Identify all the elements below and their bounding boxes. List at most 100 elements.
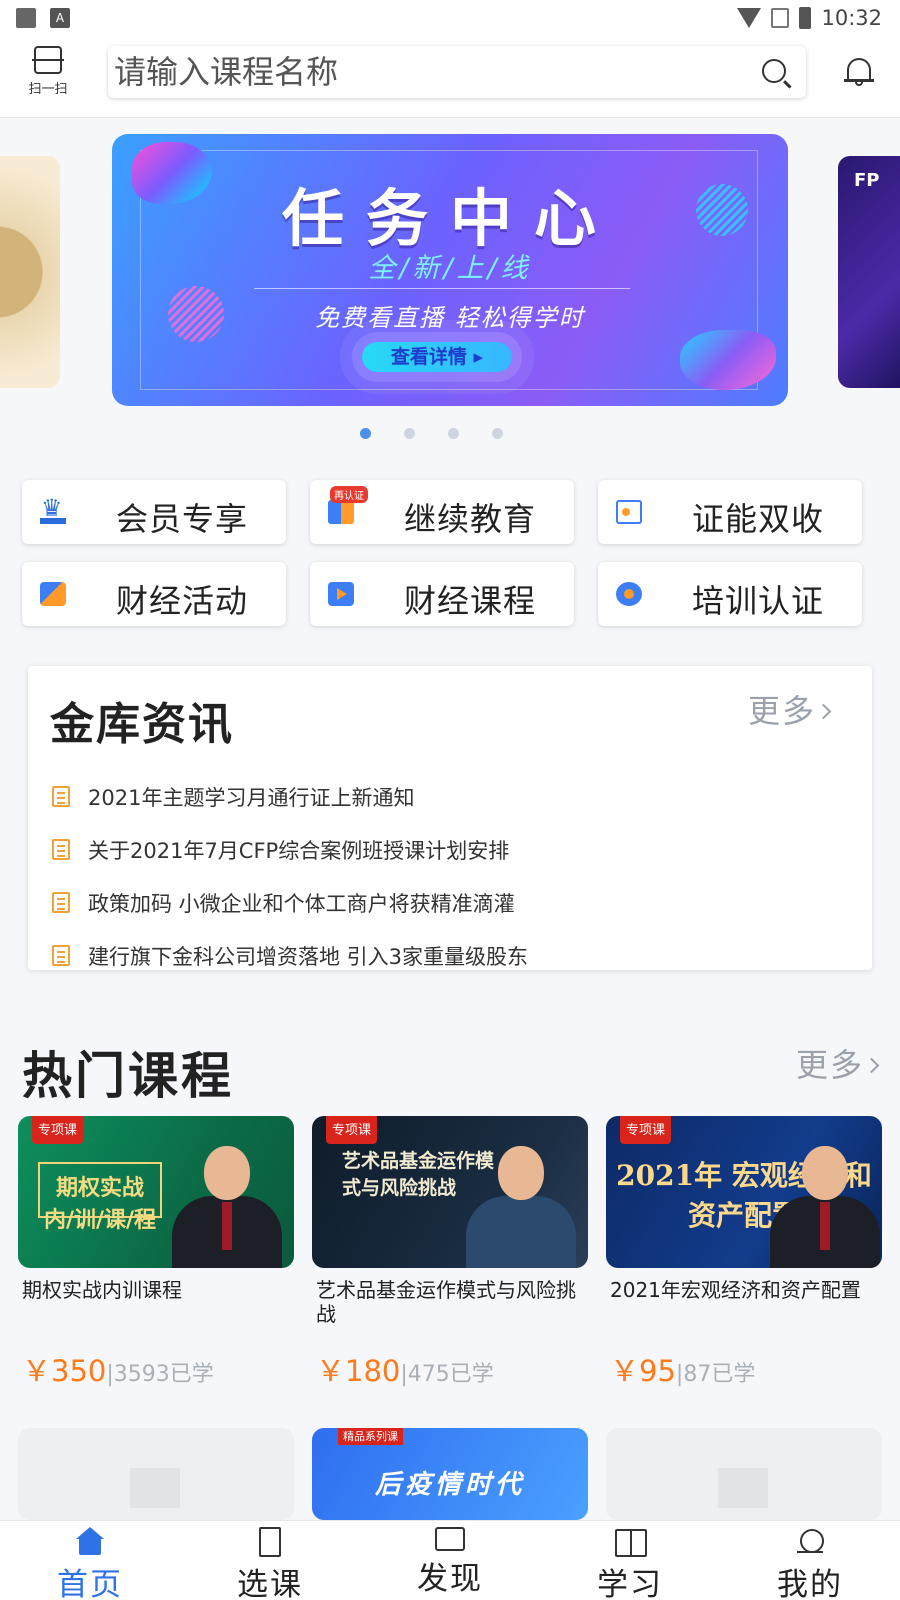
document-icon [52, 786, 70, 807]
course-learned-count: |475已学 [400, 1362, 494, 1387]
battery-icon [799, 7, 812, 29]
quick-link-training-cert[interactable]: 培训认证 [598, 562, 862, 626]
course-name: 艺术品基金运作模式与风险挑战 [316, 1278, 576, 1326]
recert-badge: 再认证 [330, 486, 368, 503]
quick-link-member[interactable]: 会员专享 [22, 480, 286, 544]
decorative-blob [680, 330, 776, 390]
app-notification-icon: A [50, 8, 70, 28]
news-item[interactable]: 建行旗下金科公司增资落地 引入3家重量级股东 [52, 929, 528, 970]
nav-label: 选课 [237, 1567, 303, 1600]
banner-subtitle: 全/新/上/线 [368, 253, 532, 284]
status-time: 10:32 [821, 6, 882, 30]
course-thumbnail: 专项课 期权实战 内/训/课/程 [18, 1116, 294, 1268]
hot-courses-more-link[interactable]: 更多 [796, 1040, 880, 1086]
quick-link-finance-activity[interactable]: 财经活动 [22, 562, 286, 626]
quick-link-label: 继续教育 [404, 500, 537, 538]
book-icon [259, 1527, 281, 1557]
news-item-title: 2021年主题学习月通行证上新通知 [88, 785, 415, 810]
course-price: ￥95 [610, 1354, 676, 1388]
course-card[interactable]: 专项课 艺术品基金运作模式与风险挑战 艺术品基金运作模式与风险挑战 ￥180|4… [312, 1116, 588, 1406]
quick-link-label: 培训认证 [692, 582, 825, 620]
nav-label: 发现 [417, 1561, 483, 1597]
course-name: 期权实战内训课程 [22, 1278, 182, 1302]
course-price-row: ￥180|475已学 [316, 1348, 494, 1390]
nav-profile[interactable]: 我的 [720, 1521, 900, 1600]
news-item-title: 建行旗下金科公司增资落地 引入3家重量级股东 [88, 944, 529, 969]
course-card-placeholder[interactable] [606, 1428, 882, 1520]
placeholder-logo-icon [718, 1468, 768, 1508]
news-item-title: 关于2021年7月CFP综合案例班授课计划安排 [88, 838, 510, 863]
course-card-placeholder[interactable] [18, 1428, 294, 1520]
quick-link-dual-certificate[interactable]: 证能双收 [598, 480, 862, 544]
news-item[interactable]: 2021年主题学习月通行证上新通知 [52, 770, 528, 823]
quick-link-finance-course[interactable]: 财经课程 [310, 562, 574, 626]
course-thumbnail: 专项课 2021年 宏观经济和资产配置 [606, 1116, 882, 1268]
nav-home[interactable]: 首页 [0, 1521, 180, 1600]
user-icon [795, 1527, 825, 1557]
document-icon [52, 945, 70, 966]
nav-study[interactable]: 学习 [540, 1521, 720, 1600]
carousel-prev-card[interactable] [0, 156, 60, 388]
hot-courses-more-label: 更多 [796, 1046, 865, 1084]
course-thumb-title: 期权实战 内/训/课/程 [38, 1162, 162, 1233]
course-card[interactable]: 专项课 期权实战 内/训/课/程 期权实战内训课程 ￥350|3593已学 [18, 1116, 294, 1406]
carousel-next-card[interactable]: FP [838, 156, 900, 388]
app-header: 扫一扫 [0, 36, 900, 118]
nav-label: 学习 [597, 1567, 663, 1600]
status-left: A [16, 8, 70, 28]
bell-icon[interactable] [844, 56, 874, 86]
news-more-link[interactable]: 更多 [748, 686, 832, 732]
news-item-title: 政策加码 小微企业和个体工商户将获精准滴灌 [88, 891, 515, 916]
book-icon [328, 500, 354, 524]
scan-button[interactable]: 扫一扫 [20, 46, 76, 97]
quick-link-continuing-education[interactable]: 再认证 继续教育 [310, 480, 574, 544]
hot-courses-row-2: 精品系列课 后疫情时代 [18, 1428, 884, 1520]
nav-discover[interactable]: 发现 [360, 1521, 540, 1600]
banner-title: 任务中心 [281, 182, 618, 255]
news-item[interactable]: 关于2021年7月CFP综合案例班授课计划安排 [52, 823, 528, 876]
instructor-photo [172, 1138, 282, 1268]
scan-label: 扫一扫 [28, 82, 68, 97]
chat-icon [435, 1527, 465, 1551]
banner-details-button[interactable]: 查看详情 ▸ [362, 342, 512, 372]
status-right: 10:32 [737, 6, 882, 30]
bottom-nav: 首页 选课 发现 学习 我的 [0, 1520, 900, 1600]
nav-label: 首页 [57, 1567, 123, 1600]
nav-select-course[interactable]: 选课 [180, 1521, 360, 1600]
document-icon [52, 839, 70, 860]
banner-task-center[interactable]: 任务中心 全/新/上/线 免费看直播 轻松得学时 查看详情 ▸ [112, 134, 788, 406]
nav-label: 我的 [777, 1567, 843, 1600]
carousel-dot[interactable] [491, 428, 503, 439]
quick-link-label: 会员专享 [116, 500, 249, 538]
course-tag: 精品系列课 [338, 1428, 403, 1445]
course-tag: 专项课 [326, 1116, 378, 1144]
quick-links-grid: 会员专享 再认证 继续教育 证能双收 财经活动 财经课程 培训认证 [22, 480, 878, 626]
home-icon [75, 1527, 105, 1557]
chevron-right-icon [863, 1057, 880, 1074]
news-item[interactable]: 政策加码 小微企业和个体工商户将获精准滴灌 [52, 876, 528, 929]
activity-icon [40, 582, 66, 606]
status-bar: A 10:32 [0, 0, 900, 36]
instructor-photo [770, 1138, 880, 1268]
search-input[interactable] [114, 52, 734, 92]
news-card: 金库资讯 更多 2021年主题学习月通行证上新通知 关于2021年7月CFP综合… [28, 666, 872, 970]
no-sim-icon [771, 8, 790, 28]
course-card[interactable]: 专项课 2021年 宏观经济和资产配置 2021年宏观经济和资产配置 ￥95|8… [606, 1116, 882, 1406]
video-course-icon [328, 582, 354, 606]
course-price-row: ￥95|87已学 [610, 1348, 755, 1390]
hot-courses-grid: 专项课 期权实战 内/训/课/程 期权实战内训课程 ￥350|3593已学 专项… [18, 1116, 884, 1406]
search-icon[interactable] [762, 59, 786, 83]
course-name: 2021年宏观经济和资产配置 [610, 1278, 861, 1302]
certificate-icon [616, 500, 642, 524]
banner-tagline: 免费看直播 轻松得学时 [315, 304, 585, 332]
carousel-dot[interactable] [447, 428, 459, 439]
carousel-dot[interactable] [359, 428, 371, 439]
news-list: 2021年主题学习月通行证上新通知 关于2021年7月CFP综合案例班授课计划安… [52, 770, 528, 970]
carousel-indicator [0, 428, 900, 439]
search-bar [108, 46, 806, 98]
carousel-dot[interactable] [403, 428, 415, 439]
quick-link-label: 财经活动 [116, 582, 249, 620]
course-learned-count: |87已学 [675, 1362, 756, 1387]
course-thumb-title: 后疫情时代 [374, 1470, 525, 1500]
course-card-promo[interactable]: 精品系列课 后疫情时代 [312, 1428, 588, 1520]
